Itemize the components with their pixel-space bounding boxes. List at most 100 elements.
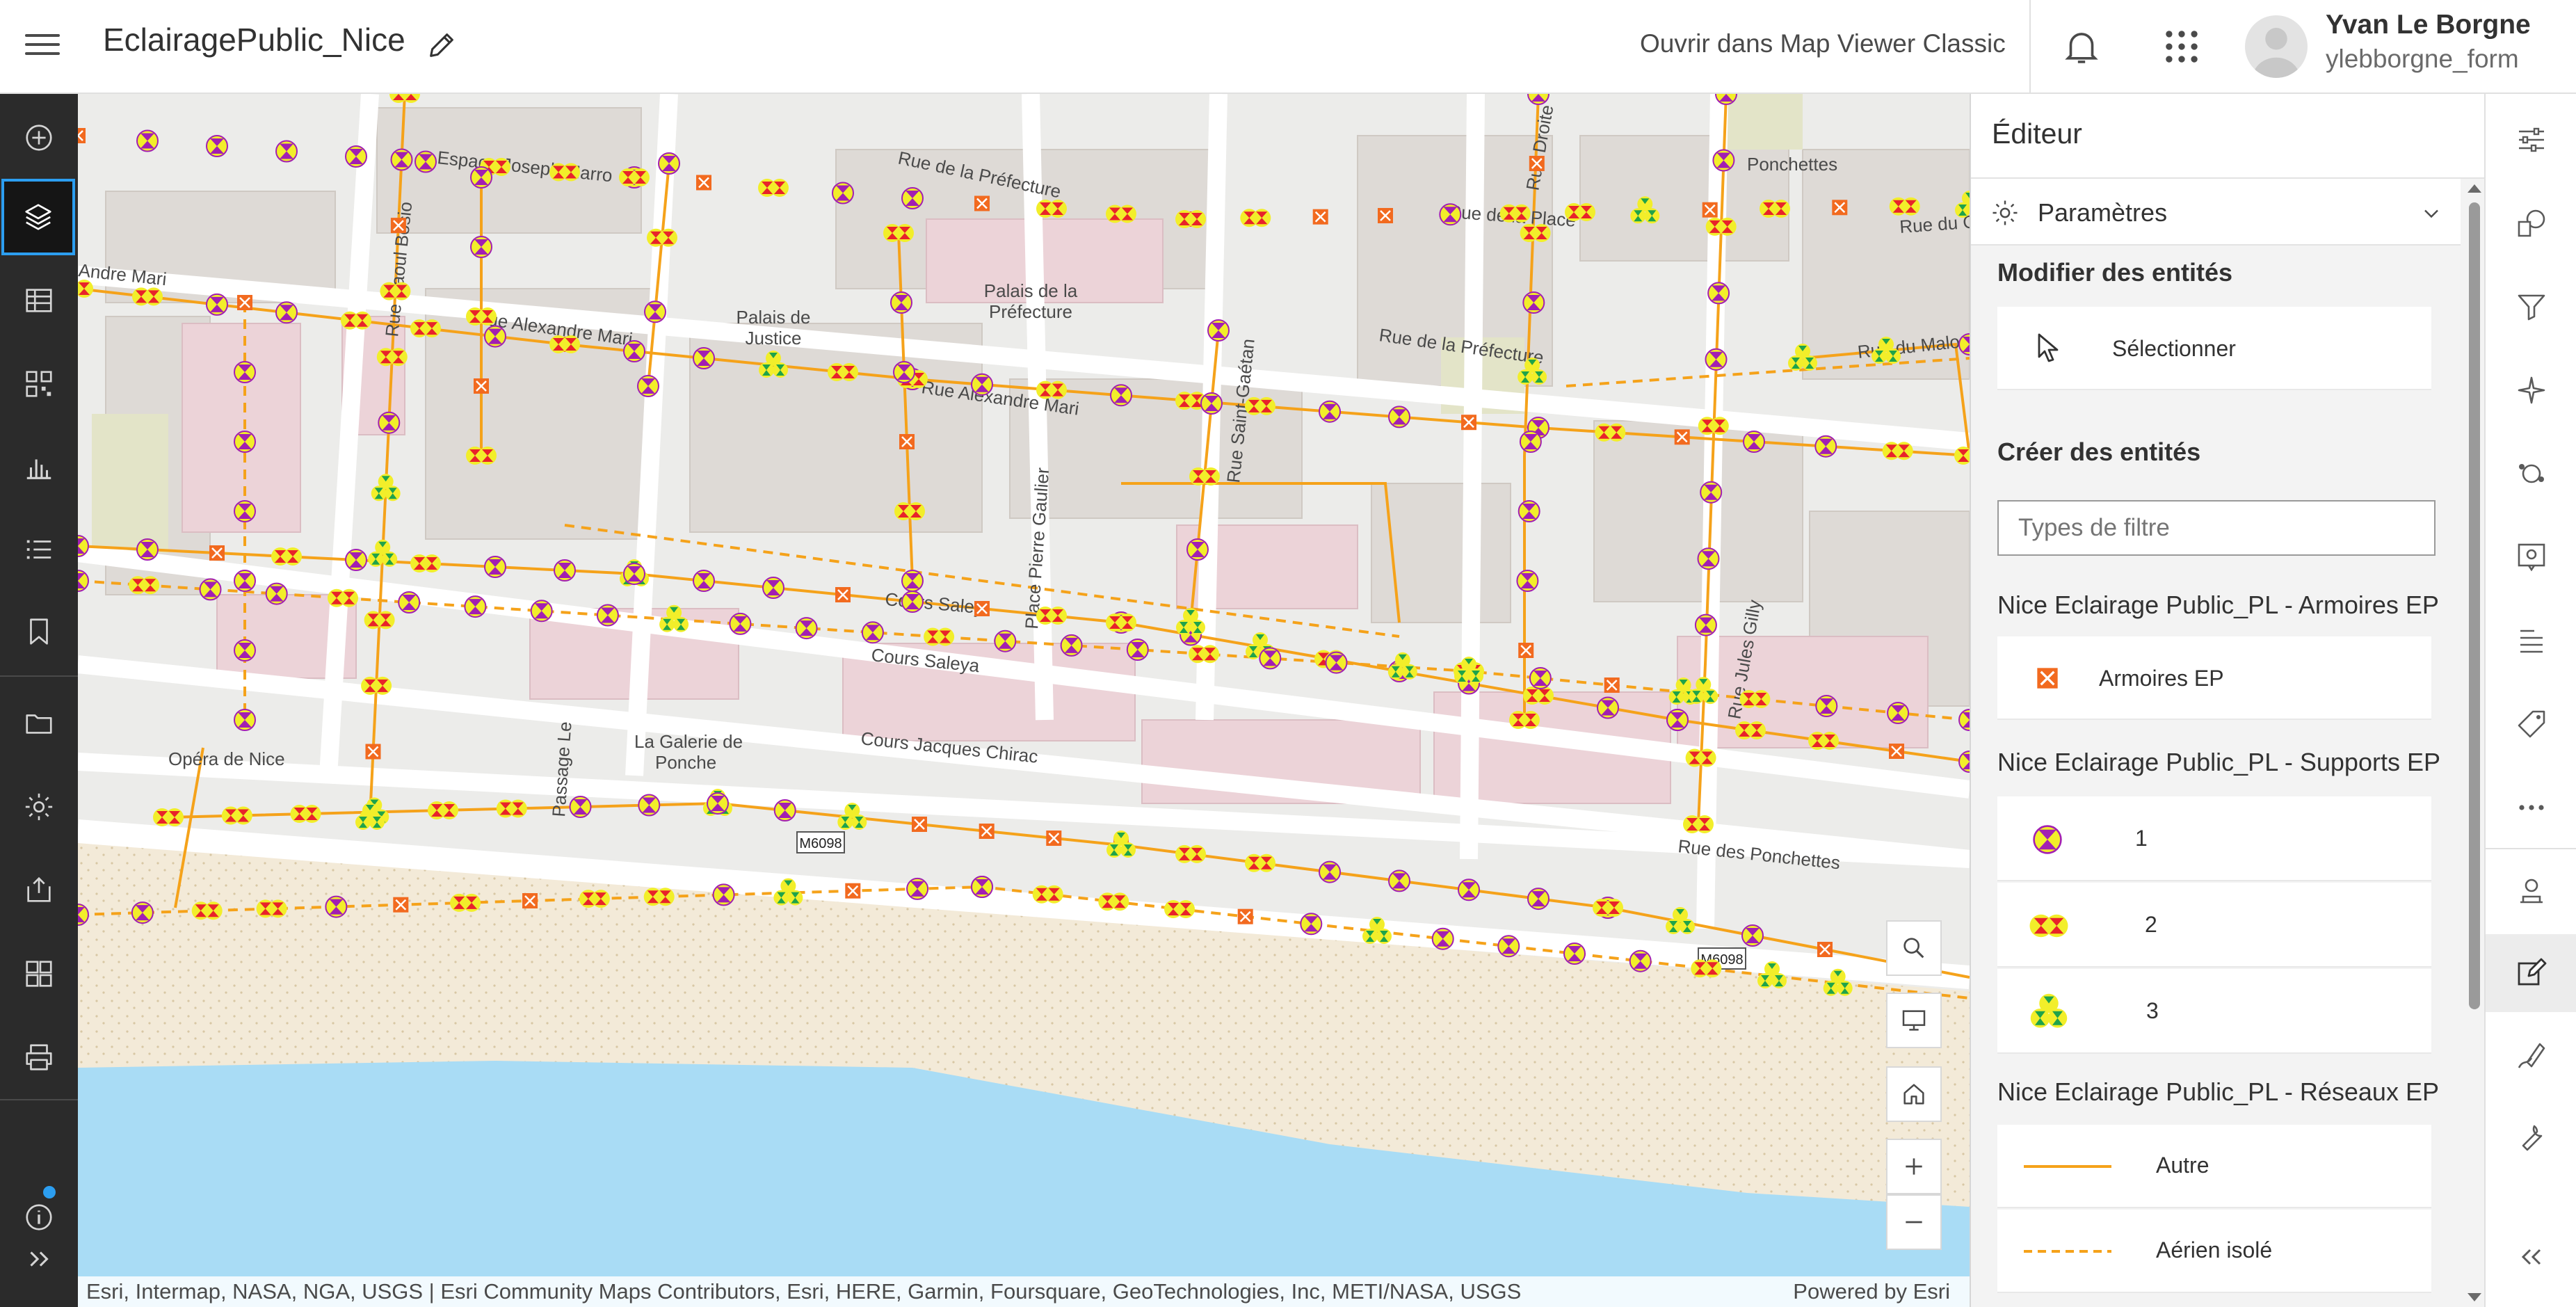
support-2-symbol[interactable] bbox=[132, 287, 163, 306]
support-1-symbol[interactable] bbox=[1388, 869, 1410, 892]
support-1-symbol[interactable] bbox=[906, 877, 929, 900]
support-1-symbol[interactable] bbox=[1186, 538, 1209, 561]
panel-scrollbar[interactable] bbox=[2461, 179, 2484, 1307]
support-1-symbol[interactable] bbox=[893, 361, 915, 383]
support-1-symbol[interactable] bbox=[275, 140, 298, 163]
armoire-symbol[interactable] bbox=[78, 127, 87, 145]
properties-button[interactable] bbox=[2486, 101, 2576, 179]
support-2-symbol[interactable] bbox=[1032, 885, 1063, 904]
support-2-symbol[interactable] bbox=[466, 447, 497, 465]
template-item[interactable]: Autre bbox=[1997, 1125, 2431, 1208]
support-1-symbol[interactable] bbox=[1458, 879, 1480, 901]
armoire-symbol[interactable] bbox=[1460, 413, 1478, 431]
support-2-symbol[interactable] bbox=[1164, 900, 1195, 918]
armoire-symbol[interactable] bbox=[695, 174, 713, 191]
support-1-symbol[interactable] bbox=[484, 325, 506, 348]
support-2-symbol[interactable] bbox=[1036, 200, 1067, 218]
pencil-icon[interactable] bbox=[426, 29, 458, 61]
support-1-symbol[interactable] bbox=[275, 301, 298, 324]
support-1-symbol[interactable] bbox=[470, 166, 492, 189]
support-1-symbol[interactable] bbox=[554, 559, 576, 582]
support-1-symbol[interactable] bbox=[1707, 282, 1730, 305]
more-tools-button[interactable] bbox=[2486, 769, 2576, 847]
support-1-symbol[interactable] bbox=[637, 375, 659, 397]
content-button[interactable] bbox=[0, 685, 78, 762]
support-1-symbol[interactable] bbox=[234, 500, 256, 522]
support-1-symbol[interactable] bbox=[1694, 614, 1717, 636]
support-2-symbol[interactable] bbox=[1036, 380, 1067, 399]
bell-icon[interactable] bbox=[2060, 25, 2103, 68]
support-1-symbol[interactable] bbox=[971, 373, 993, 396]
support-1-symbol[interactable] bbox=[1519, 431, 1542, 453]
scrollbar-thumb[interactable] bbox=[2469, 202, 2480, 1009]
armoire-symbol[interactable] bbox=[1376, 207, 1394, 225]
armoire-symbol[interactable] bbox=[1045, 829, 1063, 847]
armoire-symbol[interactable] bbox=[389, 216, 408, 234]
support-1-symbol[interactable] bbox=[623, 340, 645, 362]
support-2-symbol[interactable] bbox=[1189, 645, 1219, 664]
support-1-symbol[interactable] bbox=[1319, 860, 1341, 883]
support-1-symbol[interactable] bbox=[136, 129, 159, 152]
support-1-symbol[interactable] bbox=[1529, 667, 1552, 689]
table-button[interactable] bbox=[0, 262, 78, 339]
support-2-symbol[interactable] bbox=[549, 335, 580, 353]
support-1-symbol[interactable] bbox=[470, 236, 492, 258]
support-1-symbol[interactable] bbox=[994, 630, 1017, 652]
support-2-symbol[interactable] bbox=[376, 348, 408, 367]
support-1-symbol[interactable] bbox=[1207, 319, 1230, 342]
support-2-symbol[interactable] bbox=[466, 307, 497, 326]
labels-button[interactable] bbox=[2486, 685, 2576, 763]
support-2-symbol[interactable] bbox=[643, 888, 675, 906]
support-1-symbol[interactable] bbox=[712, 883, 735, 906]
support-2-symbol[interactable] bbox=[428, 801, 458, 819]
support-1-symbol[interactable] bbox=[971, 876, 993, 898]
widgets-button[interactable] bbox=[0, 346, 78, 422]
support-2-symbol[interactable] bbox=[579, 890, 610, 908]
support-2-symbol[interactable] bbox=[1683, 815, 1714, 833]
support-1-symbol[interactable] bbox=[623, 563, 645, 585]
support-2-symbol[interactable] bbox=[647, 228, 677, 247]
support-2-symbol[interactable] bbox=[1691, 959, 1722, 978]
support-1-symbol[interactable] bbox=[1887, 702, 1910, 724]
armoire-symbol[interactable] bbox=[364, 743, 382, 760]
support-2-symbol[interactable] bbox=[410, 554, 441, 572]
support-1-symbol[interactable] bbox=[1712, 149, 1735, 172]
armoire-symbol[interactable] bbox=[236, 294, 254, 312]
filter-types-input[interactable] bbox=[1997, 500, 2436, 556]
scroll-up-arrow-icon[interactable] bbox=[2468, 184, 2481, 193]
support-1-symbol[interactable] bbox=[131, 901, 154, 924]
armoire-symbol[interactable] bbox=[978, 822, 995, 840]
support-1-symbol[interactable] bbox=[1319, 400, 1341, 423]
template-item[interactable]: 2 bbox=[1997, 883, 2431, 968]
support-2-symbol[interactable] bbox=[883, 224, 914, 242]
map-home-button[interactable] bbox=[1886, 1066, 1942, 1122]
support-1-symbol[interactable] bbox=[693, 570, 715, 592]
user-name[interactable]: Yvan Le Borgne bbox=[2326, 10, 2531, 40]
support-1-symbol[interactable] bbox=[1126, 639, 1149, 661]
user-avatar[interactable] bbox=[2245, 15, 2308, 78]
settings-button[interactable] bbox=[0, 769, 78, 845]
bookmarks-button[interactable] bbox=[0, 593, 78, 670]
support-1-symbol[interactable] bbox=[901, 570, 924, 592]
user-login[interactable]: ylebborgne_form bbox=[2326, 45, 2519, 74]
support-2-symbol[interactable] bbox=[1240, 209, 1271, 227]
support-1-symbol[interactable] bbox=[390, 148, 413, 171]
support-1-symbol[interactable] bbox=[1259, 647, 1282, 670]
support-1-symbol[interactable] bbox=[206, 135, 228, 157]
analysis-button[interactable] bbox=[2486, 852, 2576, 930]
support-2-symbol[interactable] bbox=[1698, 417, 1729, 435]
support-1-symbol[interactable] bbox=[414, 150, 437, 173]
support-1-symbol[interactable] bbox=[398, 591, 421, 614]
support-1-symbol[interactable] bbox=[569, 796, 592, 818]
support-1-symbol[interactable] bbox=[1815, 695, 1838, 717]
popups-button[interactable] bbox=[2486, 518, 2576, 596]
sketch-button[interactable] bbox=[2486, 1016, 2576, 1094]
support-1-symbol[interactable] bbox=[644, 300, 666, 323]
support-2-symbol[interactable] bbox=[1565, 203, 1595, 221]
support-2-symbol[interactable] bbox=[1175, 210, 1206, 228]
support-1-symbol[interactable] bbox=[658, 152, 680, 175]
support-1-symbol[interactable] bbox=[464, 595, 487, 618]
support-2-symbol[interactable] bbox=[1189, 467, 1220, 486]
support-2-symbol[interactable] bbox=[221, 806, 252, 825]
template-item[interactable]: Aérien isolé bbox=[1997, 1210, 2431, 1293]
